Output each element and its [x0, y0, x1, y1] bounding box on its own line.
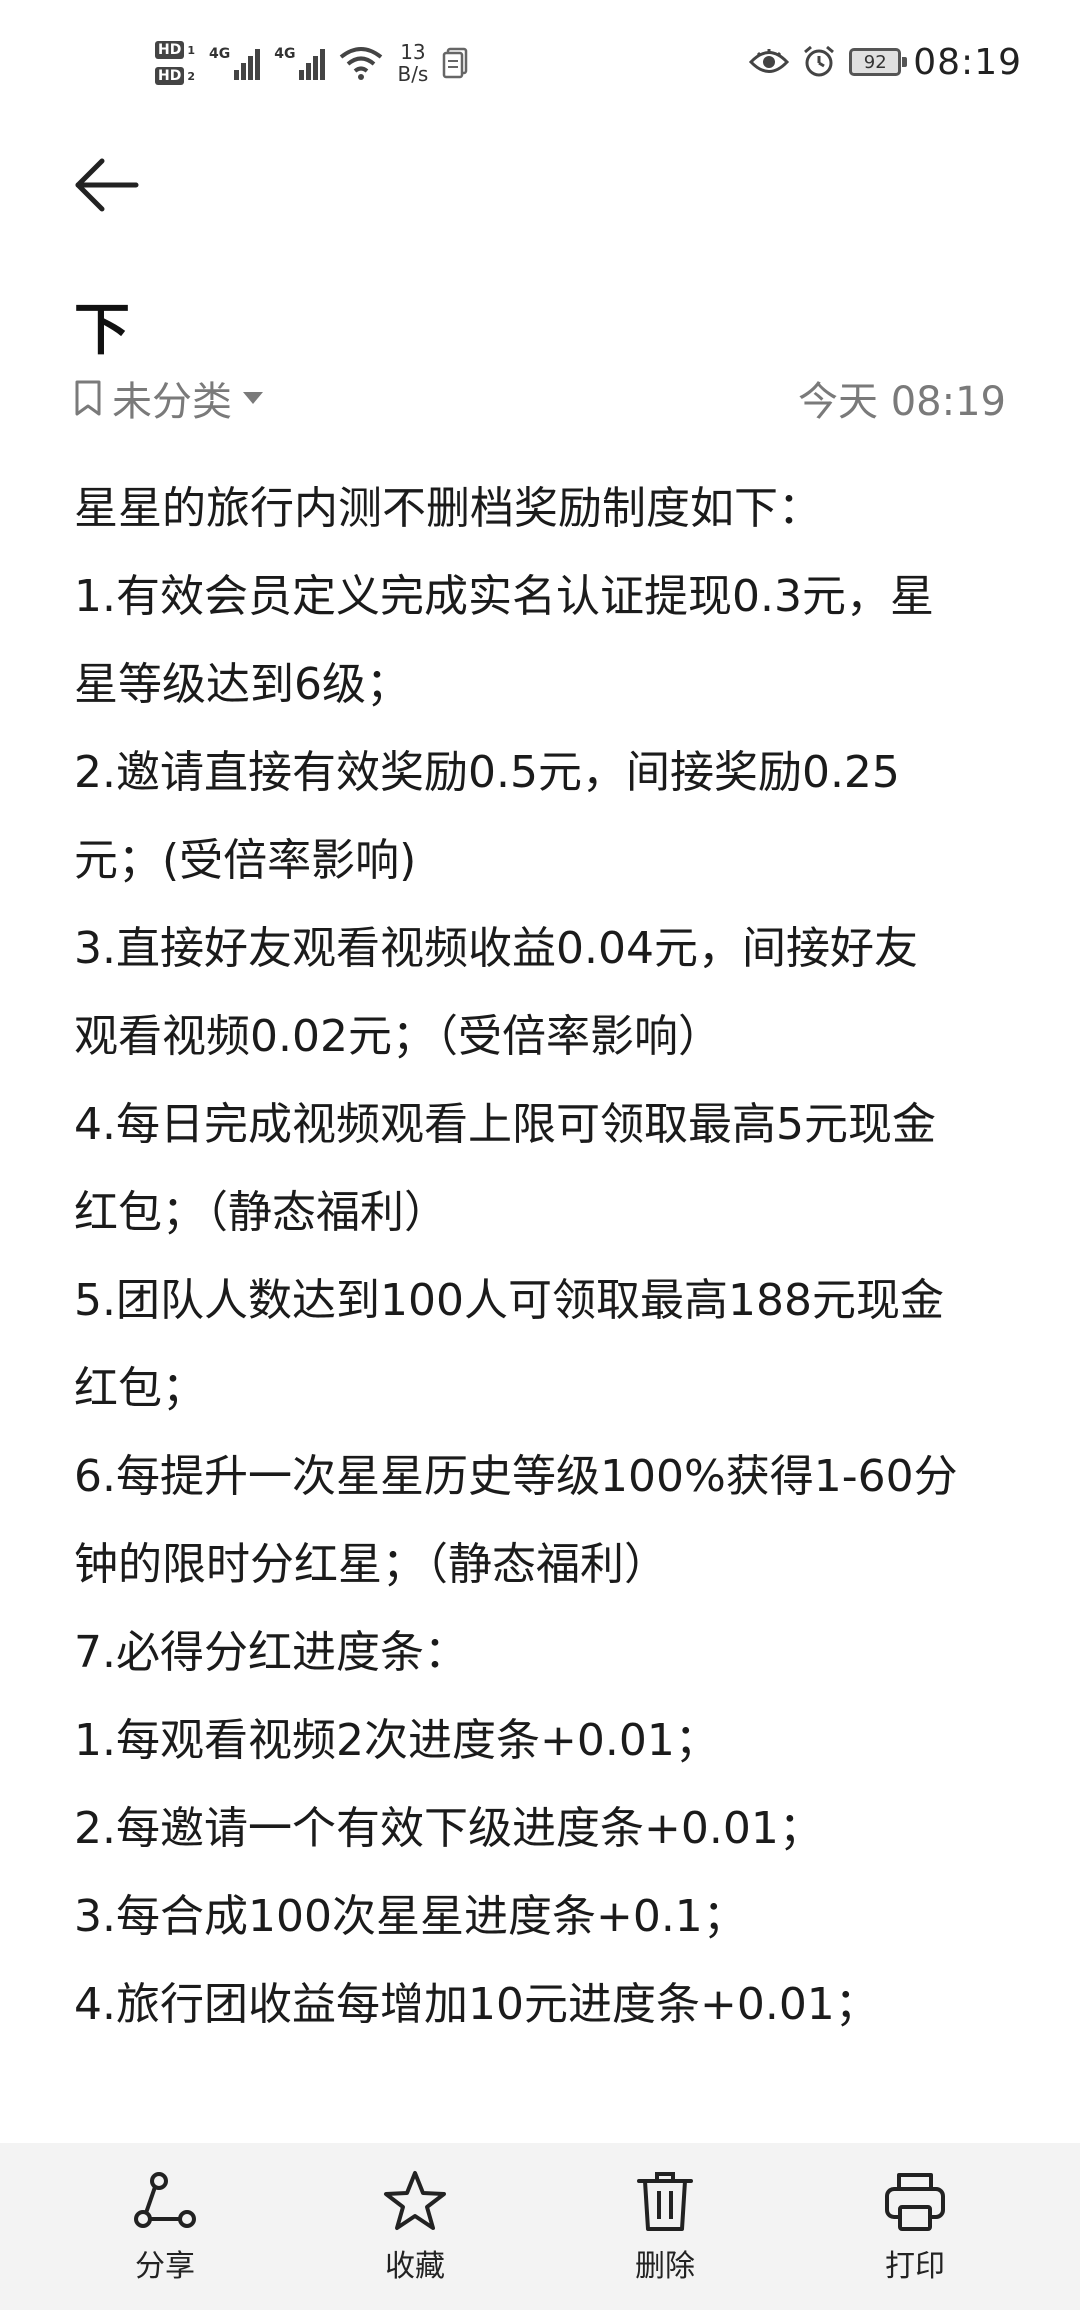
- note-line: 5.团队人数达到100人可领取最高188元现金: [74, 1275, 944, 1326]
- note-line: 红包；（静态福利）: [74, 1187, 448, 1238]
- eye-icon: [749, 49, 790, 73]
- share-icon: [134, 2171, 196, 2228]
- note-line: 观看视频0.02元；（受倍率影响）: [74, 1011, 722, 1062]
- note-meta: 未分类 今天 08:19: [74, 368, 1006, 428]
- note-timestamp: 今天 08:19: [798, 379, 1006, 425]
- note-body[interactable]: 星星的旅行内测不删档奖励制度如下： 1.有效会员定义完成实名认证提现0.3元，星…: [74, 465, 1006, 2049]
- bookmark-icon: [75, 380, 101, 416]
- favorite-button[interactable]: 收藏: [335, 2169, 495, 2285]
- note-line: 钟的限时分红星；（静态福利）: [74, 1539, 668, 1590]
- screen: HD 1 HD 2 4G 4G 13 B/s 92 08:19 下 未分类 今天…: [0, 0, 1080, 2310]
- hd1-badge: HD 1: [155, 41, 195, 59]
- note-line: 元；(受倍率影响): [74, 835, 417, 886]
- battery-icon: 92: [849, 48, 908, 76]
- hd-indicators: HD 1 HD 2: [155, 41, 195, 85]
- note-line: 1.每观看视频2次进度条+0.01；: [74, 1715, 719, 1766]
- note-line: 7.必得分红进度条：: [74, 1627, 468, 1678]
- share-button[interactable]: 分享: [85, 2169, 245, 2285]
- status-left: HD 1 HD 2 4G 4G 13 B/s: [155, 28, 470, 98]
- back-button[interactable]: [62, 140, 152, 230]
- star-icon: [384, 2170, 446, 2230]
- delete-button[interactable]: 删除: [585, 2169, 745, 2285]
- status-time: 08:19: [913, 41, 1022, 83]
- note-line: 4.旅行团收益每增加10元进度条+0.01；: [74, 1979, 879, 2030]
- hd2-badge: HD 2: [155, 67, 195, 85]
- status-right: 92 08:19: [749, 30, 1022, 94]
- arrow-left-icon: [75, 158, 139, 212]
- print-label: 打印: [885, 2248, 945, 2284]
- title-scrolled: ▔ ▔▔ ▔▔▔ ▔ ▔▔ ▔▔▔ ▔ ▔▔ ▔▔▔: [0, 250, 1080, 276]
- title-clipped-strokes: ▔ ▔▔ ▔▔▔ ▔ ▔▔ ▔▔▔ ▔ ▔▔ ▔▔▔: [170, 250, 1022, 272]
- note-line: 星等级达到6级；: [74, 659, 410, 710]
- hd2-label: HD: [155, 67, 185, 85]
- note-line: 1.有效会员定义完成实名认证提现0.3元，星: [74, 571, 934, 622]
- hd1-label: HD: [155, 41, 185, 59]
- favorite-label: 收藏: [385, 2248, 445, 2284]
- delete-label: 删除: [635, 2248, 695, 2284]
- printer-icon: [885, 2172, 945, 2231]
- print-button[interactable]: 打印: [835, 2169, 995, 2285]
- signal-icon-1: 4G: [209, 46, 261, 80]
- note-line: 3.直接好友观看视频收益0.04元，间接好友: [74, 923, 918, 974]
- signal1-label: 4G: [209, 46, 231, 62]
- wifi-icon: [340, 47, 383, 80]
- note-line: 2.每邀请一个有效下级进度条+0.01；: [74, 1803, 823, 1854]
- note-line: 红包；: [74, 1363, 206, 1414]
- note-line: 2.邀请直接有效奖励0.5元，间接奖励0.25: [74, 747, 900, 798]
- hd1-sub: 1: [187, 43, 195, 57]
- note-line: 6.每提升一次星星历史等级100%获得1-60分: [74, 1451, 958, 1502]
- battery-level: 92: [863, 51, 887, 73]
- note-title: 下: [74, 298, 130, 363]
- bottom-toolbar: 分享 收藏 删除 打印: [0, 2143, 1080, 2310]
- notification-doc-icon: [443, 47, 468, 79]
- signal-icon-2: 4G: [274, 46, 326, 80]
- hd2-sub: 2: [187, 69, 195, 83]
- note-line: 3.每合成100次星星进度条+0.1；: [74, 1891, 747, 1942]
- share-label: 分享: [135, 2248, 195, 2284]
- net-speed-value: 13: [400, 40, 426, 64]
- category-label: 未分类: [112, 379, 232, 425]
- category-selector[interactable]: 未分类: [74, 369, 264, 427]
- net-speed-unit: B/s: [397, 62, 429, 86]
- trash-icon: [637, 2171, 693, 2231]
- network-speed: 13 B/s: [397, 41, 428, 85]
- status-bar: HD 1 HD 2 4G 4G 13 B/s 92 08:19: [0, 0, 1080, 130]
- note-line: 星星的旅行内测不删档奖励制度如下：: [74, 483, 822, 534]
- caret-down-icon: [243, 392, 263, 404]
- note-line: 4.每日完成视频观看上限可领取最高5元现金: [74, 1099, 936, 1150]
- alarm-icon: [804, 45, 835, 77]
- signal2-label: 4G: [274, 46, 296, 62]
